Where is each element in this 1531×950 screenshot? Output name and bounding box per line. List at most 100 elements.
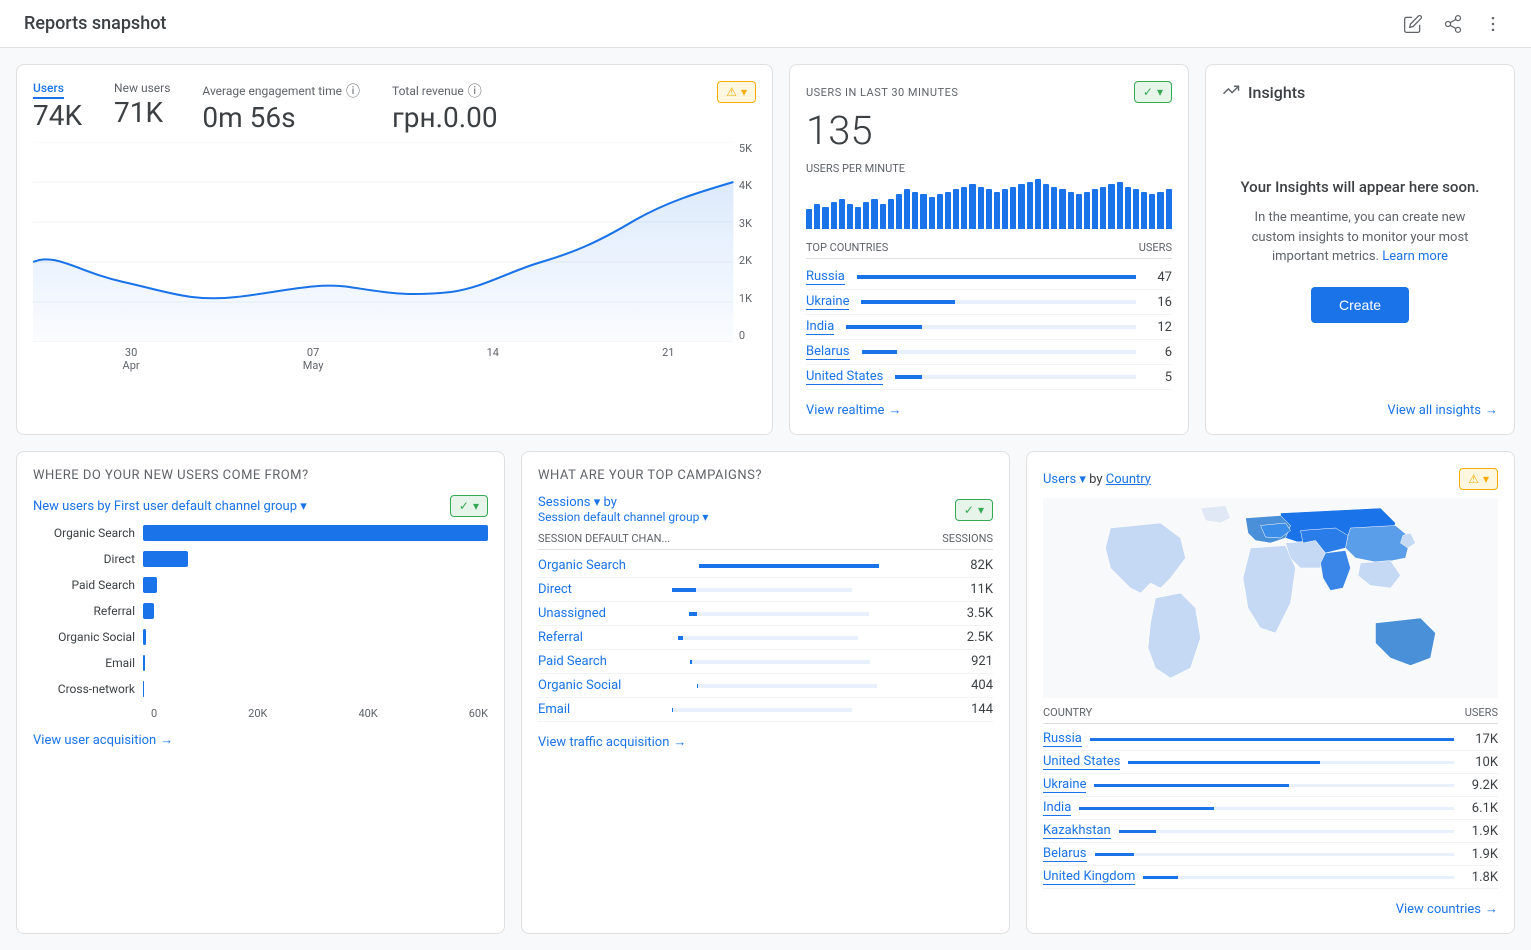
sessions-dropdown[interactable]: ▾ [594,495,601,510]
mini-bar [1125,187,1131,230]
mini-bar [1010,187,1016,230]
learn-more-link[interactable]: Learn more [1382,249,1448,264]
country-name[interactable]: United States [806,369,883,385]
metrics-warning-badge[interactable]: ⚠ ▾ [717,81,756,103]
session-name[interactable]: Organic Social [538,678,621,693]
map-country-name[interactable]: Kazakhstan [1043,823,1111,839]
mini-bar [1108,184,1114,229]
view-countries-link[interactable]: View countries → [1043,901,1498,917]
more-icon[interactable] [1479,10,1507,38]
avg-engagement-metric: Average engagement time ⓘ 0m 56s [202,81,360,134]
sessions-table-header: SESSION DEFAULT CHAN... SESSIONS [538,532,993,550]
country-name[interactable]: Belarus [806,344,850,360]
acquisition-subsection-header: New users by First user default channel … [33,495,488,517]
session-row: Unassigned 3.5K [538,602,993,626]
country-table-header: COUNTRY USERS [1043,706,1498,724]
map-country-name[interactable]: United States [1043,754,1120,770]
map-country-link[interactable]: Country [1106,472,1151,487]
map-country-name[interactable]: Russia [1043,731,1082,747]
campaigns-subsection-header: Sessions ▾ by Session default channel gr… [538,495,993,524]
mini-bar [978,187,984,230]
realtime-badge[interactable]: ✓ ▾ [1134,81,1172,103]
h-bar-row: Email [33,655,488,671]
map-country-name[interactable]: Ukraine [1043,777,1086,793]
h-bar-row: Cross-network [33,681,488,697]
country-row: Ukraine 16 [806,290,1172,315]
map-country-row: India 6.1K [1043,797,1498,820]
session-name[interactable]: Paid Search [538,654,607,669]
session-name[interactable]: Unassigned [538,606,606,621]
channel-group-dropdown[interactable]: ▾ [300,499,307,514]
insights-main-text: Your Insights will appear here soon. [1241,178,1480,196]
edit-icon[interactable] [1399,10,1427,38]
insights-title: Insights [1248,83,1305,102]
map-users-link[interactable]: Users [1043,472,1076,487]
country-count: 12 [1148,320,1172,335]
session-name[interactable]: Email [538,702,570,717]
mini-bar [969,184,975,229]
acquisition-badge[interactable]: ✓ ▾ [450,495,488,517]
country-bar [846,325,1136,329]
insights-trend-icon [1222,81,1240,103]
mini-bar [1092,189,1098,229]
view-realtime-link[interactable]: View realtime → [806,402,1172,418]
session-name[interactable]: Direct [538,582,572,597]
col-users-header: USERS [1465,706,1498,719]
h-bar-container [143,603,488,619]
mini-bar [953,189,959,229]
insights-card: Insights Your Insights will appear here … [1205,64,1515,435]
mini-bar [1117,182,1123,230]
total-revenue-info-icon[interactable]: ⓘ [468,81,482,101]
session-value: 404 [953,678,993,693]
session-group-link[interactable]: Session default channel group [538,510,699,524]
country-name[interactable]: India [806,319,834,335]
chart-y-labels: 5K 4K 3K 2K 1K 0 [735,142,756,342]
session-name[interactable]: Referral [538,630,583,645]
map-country-row: United States 10K [1043,751,1498,774]
mini-bar [1133,189,1139,229]
map-country-name[interactable]: Belarus [1043,846,1087,862]
warning-dropdown-icon: ▾ [741,85,747,99]
mini-bar [1018,184,1024,229]
realtime-card: USERS IN LAST 30 MINUTES ✓ ▾ 135 USERS P… [789,64,1189,435]
country-bar [895,375,1136,379]
map-country-name[interactable]: United Kingdom [1043,869,1135,885]
ct-bar [1143,876,1454,879]
dropdown-icon-camp: ▾ [978,503,984,517]
mini-bar [1141,192,1147,230]
bar-chart-axis: 0 20K 40K 60K [33,707,488,720]
map-country-name[interactable]: India [1043,800,1071,816]
h-bar-label: Cross-network [33,682,143,696]
mini-bar [904,189,910,229]
map-country-value: 1.9K [1462,847,1498,862]
mini-bar [1157,192,1163,230]
map-warning-icon: ⚠ [1468,472,1479,486]
check-icon-camp: ✓ [964,503,974,517]
mini-bar [986,189,992,229]
campaigns-badge[interactable]: ✓ ▾ [955,499,993,521]
acquisition-section-title: WHERE DO YOUR NEW USERS COME FROM? [33,468,488,483]
mini-bar [822,207,828,230]
session-name[interactable]: Organic Search [538,558,626,573]
country-name[interactable]: Russia [806,269,845,285]
channel-group-link[interactable]: First user default channel group [114,499,297,514]
map-warning-badge[interactable]: ⚠ ▾ [1459,468,1498,490]
create-button[interactable]: Create [1311,287,1409,323]
view-traffic-acquisition-link[interactable]: View traffic acquisition → [538,734,993,750]
view-user-acquisition-link[interactable]: View user acquisition → [33,732,488,748]
view-all-insights-link[interactable]: View all insights → [1222,402,1498,418]
ct-bar [1094,784,1454,787]
sessions-label[interactable]: Sessions [538,495,591,510]
map-country-value: 6.1K [1462,801,1498,816]
country-name[interactable]: Ukraine [806,294,849,310]
map-country-table: COUNTRY USERS Russia 17K United States 1… [1043,706,1498,889]
session-row: Referral 2.5K [538,626,993,650]
session-group-dropdown[interactable]: ▾ [702,510,708,524]
session-row: Paid Search 921 [538,650,993,674]
world-map [1043,498,1498,698]
page-header: Reports snapshot [0,0,1531,48]
users-label[interactable]: Users [33,81,64,99]
share-icon[interactable] [1439,10,1467,38]
map-users-dropdown[interactable]: ▾ [1079,472,1086,487]
avg-engagement-info-icon[interactable]: ⓘ [346,81,360,101]
